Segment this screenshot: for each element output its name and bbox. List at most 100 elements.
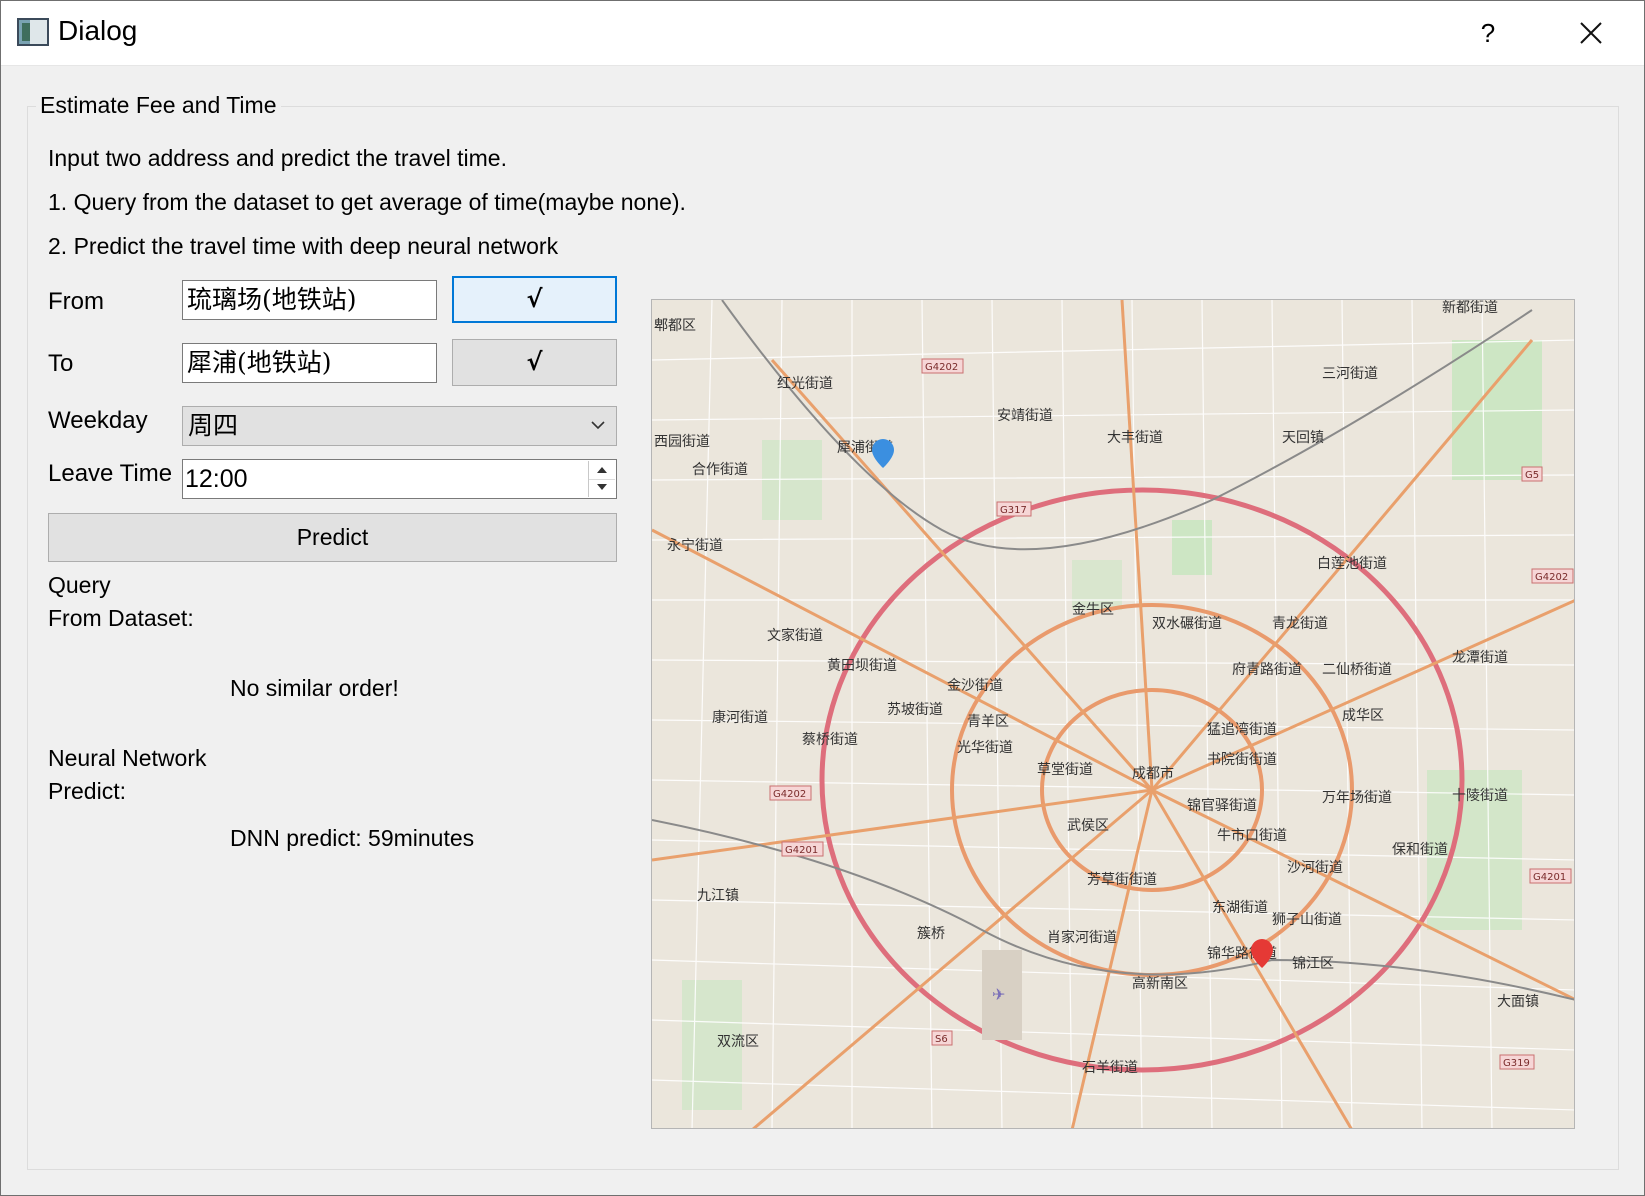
svg-text:G5: G5	[1525, 470, 1539, 481]
svg-text:G4202: G4202	[1535, 572, 1568, 583]
road-shield: G4202	[921, 358, 964, 374]
app-icon	[17, 18, 49, 46]
title-bar[interactable]: Dialog ?	[1, 1, 1644, 66]
from-label: From	[48, 288, 104, 315]
arrow-down-icon	[597, 484, 607, 490]
svg-text:G317: G317	[1000, 505, 1027, 516]
map-place-label: 成都市	[1132, 765, 1174, 782]
map-place-label: 肖家河街道	[1047, 929, 1117, 946]
query-label-line1: Query	[48, 572, 111, 598]
map-place-label: 光华街道	[957, 740, 1013, 756]
to-confirm-button[interactable]: √	[452, 339, 617, 386]
map-place-label: 二仙桥街道	[1322, 662, 1392, 678]
road-shield: G317	[996, 501, 1032, 517]
weekday-value: 周四	[188, 411, 239, 440]
map-place-label: 文家街道	[767, 627, 823, 644]
map-place-label: 金牛区	[1072, 602, 1114, 618]
map-place-label: 万年场街道	[1322, 790, 1392, 806]
leave-time-label: Leave Time	[48, 460, 173, 487]
map-place-label: 府青路街道	[1232, 662, 1302, 678]
from-input[interactable]: 琉璃场(地铁站)	[182, 280, 437, 320]
group-title: Estimate Fee and Time	[36, 92, 281, 119]
map-place-label: 沙河街道	[1287, 860, 1343, 876]
map-place-label: 安靖街道	[997, 408, 1053, 424]
map-place-label: 锦江区	[1292, 955, 1334, 972]
map-place-label: 簇桥	[917, 926, 945, 942]
svg-text:G4201: G4201	[1533, 872, 1566, 883]
arrow-up-icon	[597, 467, 607, 473]
map-place-label: 芳草街街道	[1087, 871, 1157, 888]
map-place-label: 保和街道	[1392, 842, 1448, 858]
to-input[interactable]: 犀浦(地铁站)	[182, 343, 437, 383]
intro-step-2: 2. Predict the travel time with deep neu…	[48, 233, 559, 259]
close-button[interactable]	[1556, 11, 1626, 55]
route-map[interactable]: ✈ 郫都区 新都街道 红光街道 三河街道 犀浦街道 安靖街道 大丰街道 天回镇 西园街道 合作街道…	[651, 299, 1575, 1129]
weekday-select[interactable]: 周四	[182, 406, 617, 446]
map-place-label: 九江镇	[697, 888, 739, 904]
intro-step-1: 1. Query from the dataset to get average…	[48, 189, 686, 215]
road-shield: G319	[1499, 1054, 1535, 1070]
svg-text:✈: ✈	[992, 985, 1005, 1004]
map-place-label: 猛追湾街道	[1207, 721, 1277, 738]
spin-up-button[interactable]	[589, 461, 615, 480]
window-title: Dialog	[58, 15, 138, 46]
map-place-label: 青羊区	[967, 714, 1009, 730]
map-place-label: 蔡桥街道	[802, 732, 858, 748]
svg-text:G4202: G4202	[773, 789, 806, 800]
map-place-label: 合作街道	[692, 462, 748, 478]
map-place-label: 西园街道	[654, 434, 710, 450]
to-label: To	[48, 350, 74, 377]
map-place-label: 龙潭街道	[1452, 649, 1508, 666]
map-place-label: 苏坡街道	[887, 702, 943, 718]
road-shield: G4201	[1529, 868, 1572, 884]
help-button[interactable]: ?	[1461, 11, 1515, 55]
map-place-label: 成华区	[1342, 708, 1384, 724]
map-place-label: 金沙街道	[947, 678, 1003, 694]
road-shield: G4202	[769, 785, 812, 801]
map-place-label: 永宁街道	[667, 537, 723, 554]
map-place-label: 牛市口街道	[1217, 827, 1287, 844]
leave-time-value: 12:00	[185, 465, 248, 493]
nn-label-line2: Predict:	[48, 778, 126, 804]
query-result: No similar order!	[230, 675, 399, 701]
road-shield: G5	[1521, 466, 1543, 482]
map-place-label: 三河街道	[1322, 366, 1378, 382]
map-place-label: 郫都区	[654, 318, 696, 334]
chevron-down-icon	[591, 421, 605, 430]
predict-button[interactable]: Predict	[48, 513, 617, 562]
map-place-label: 新都街道	[1442, 300, 1498, 316]
query-label-line2: From Dataset:	[48, 605, 194, 631]
map-place-label: 白莲池街道	[1317, 556, 1387, 572]
spin-down-button[interactable]	[589, 479, 615, 497]
map-place-label: 康河街道	[712, 709, 768, 726]
svg-text:G4202: G4202	[925, 362, 958, 373]
map-place-label: 武侯区	[1067, 818, 1109, 834]
intro-line: Input two address and predict the travel…	[48, 145, 507, 171]
map-place-label: 书院街街道	[1207, 752, 1277, 768]
leave-time-spinbox[interactable]: 12:00	[182, 459, 617, 499]
map-place-label: 大面镇	[1497, 994, 1539, 1010]
map-place-label: 红光街道	[777, 376, 833, 392]
weekday-label: Weekday	[48, 407, 148, 434]
svg-text:G319: G319	[1503, 1058, 1530, 1069]
svg-text:G4201: G4201	[785, 845, 818, 856]
nn-label-line1: Neural Network	[48, 745, 207, 771]
map-canvas[interactable]: ✈ 郫都区新都街道红光街道三河街道犀浦街道安靖街道大丰街道 天回镇西园街道合作街道…	[652, 300, 1575, 1129]
spin-buttons	[588, 461, 615, 497]
nn-result: DNN predict: 59minutes	[230, 825, 475, 851]
from-confirm-button[interactable]: √	[452, 276, 617, 323]
map-place-label: 天回镇	[1282, 430, 1324, 446]
map-place-label: 青龙街道	[1272, 616, 1328, 632]
road-shield: G4202	[1531, 568, 1574, 584]
map-place-label: 黄田坝街道	[827, 657, 897, 674]
map-place-label: 十陵街道	[1452, 788, 1508, 804]
road-shield: S6	[931, 1030, 953, 1046]
svg-text:S6: S6	[935, 1034, 948, 1045]
map-place-label: 狮子山街道	[1272, 912, 1342, 928]
dialog-window: Dialog ? Estimate Fee and Time Input two…	[0, 0, 1645, 1196]
road-shield: G4201	[781, 841, 824, 857]
map-place-label: 双水碾街道	[1152, 616, 1222, 632]
airport-area: ✈	[982, 950, 1022, 1040]
map-place-label: 高新南区	[1132, 975, 1188, 992]
map-place-label: 草堂街道	[1037, 762, 1093, 778]
